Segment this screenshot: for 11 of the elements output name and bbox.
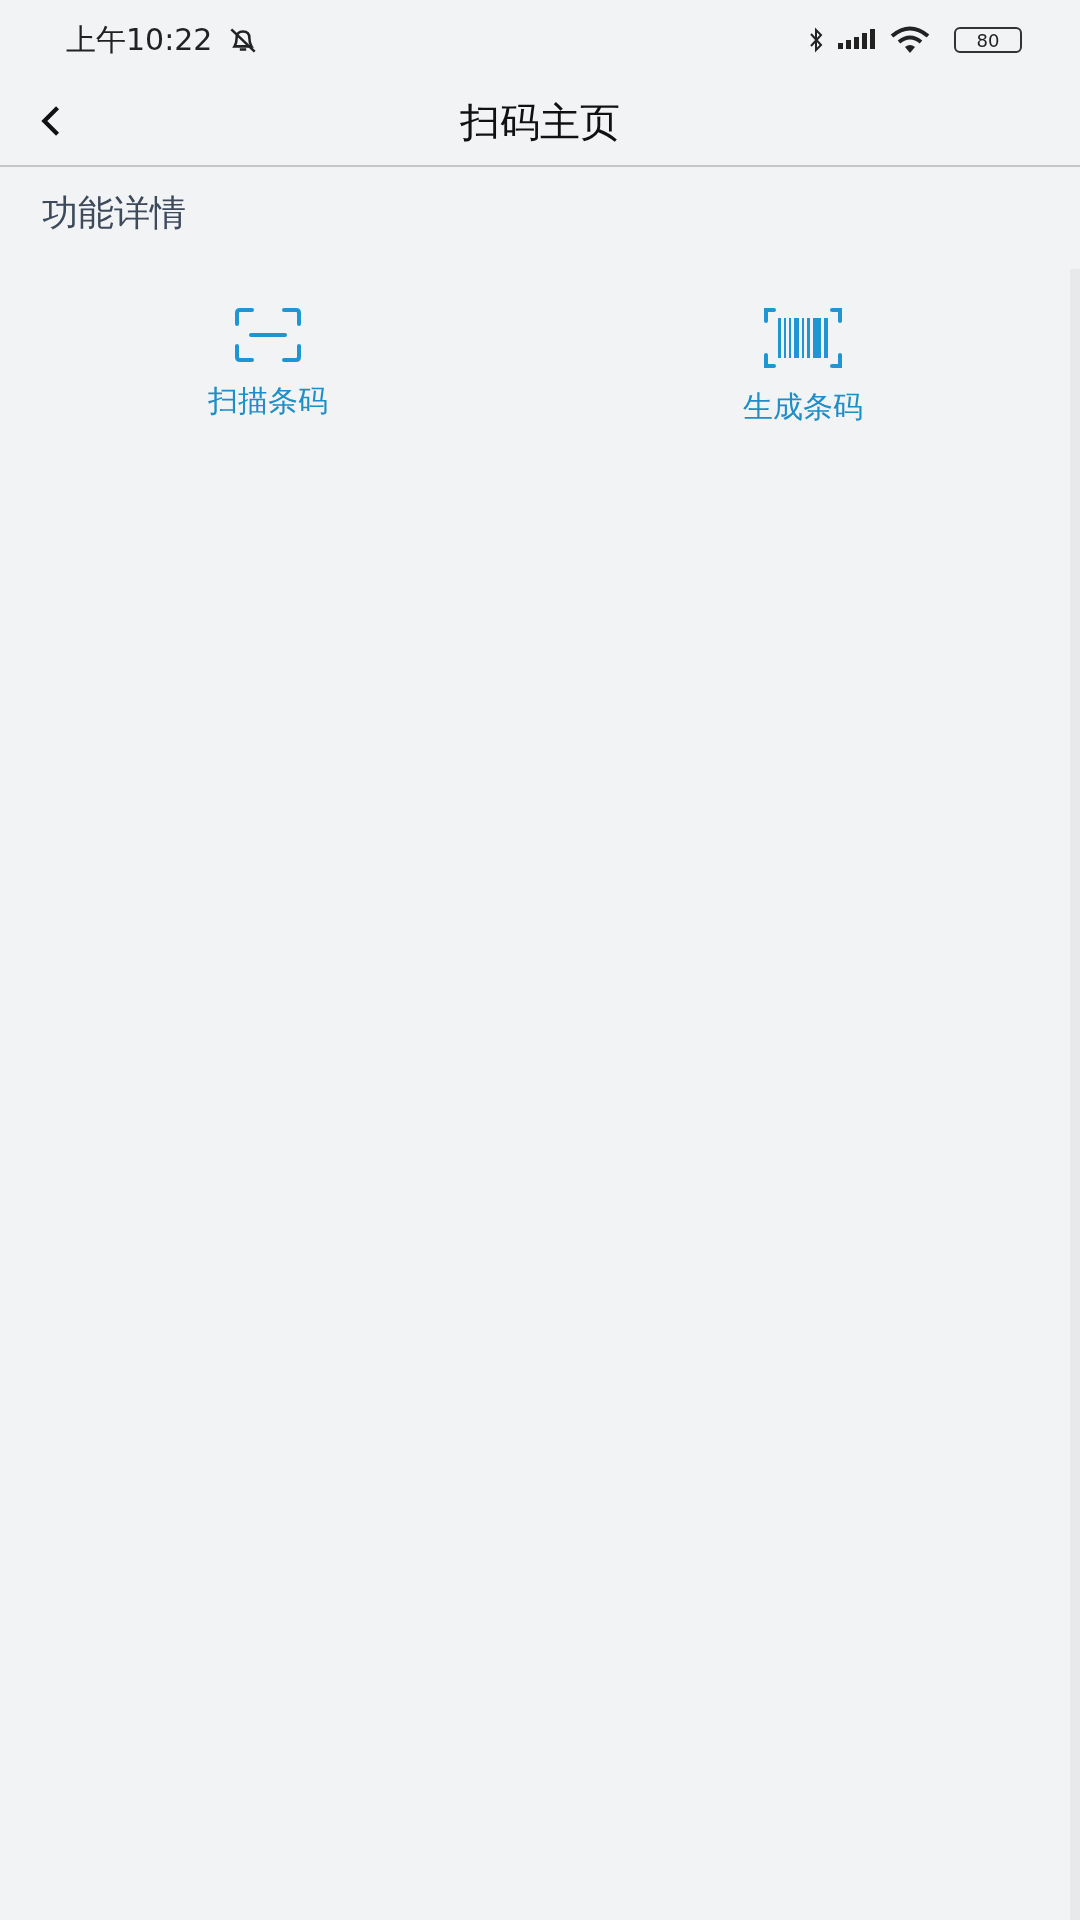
feature-button[interactable]: 生成条码 — [734, 299, 871, 436]
feature-button[interactable]: 扫描条码 — [199, 299, 336, 436]
signal-icon — [838, 29, 876, 51]
bluetooth-icon — [808, 26, 824, 54]
scan-frame-icon — [233, 307, 302, 363]
page-title: 扫码主页 — [460, 98, 620, 147]
battery-icon: 80 — [954, 27, 1022, 53]
wifi-icon — [890, 26, 930, 54]
status-time: 上午10:22 — [66, 20, 213, 59]
barcode-icon — [763, 307, 842, 369]
section-title: 功能详情 — [41, 191, 187, 235]
